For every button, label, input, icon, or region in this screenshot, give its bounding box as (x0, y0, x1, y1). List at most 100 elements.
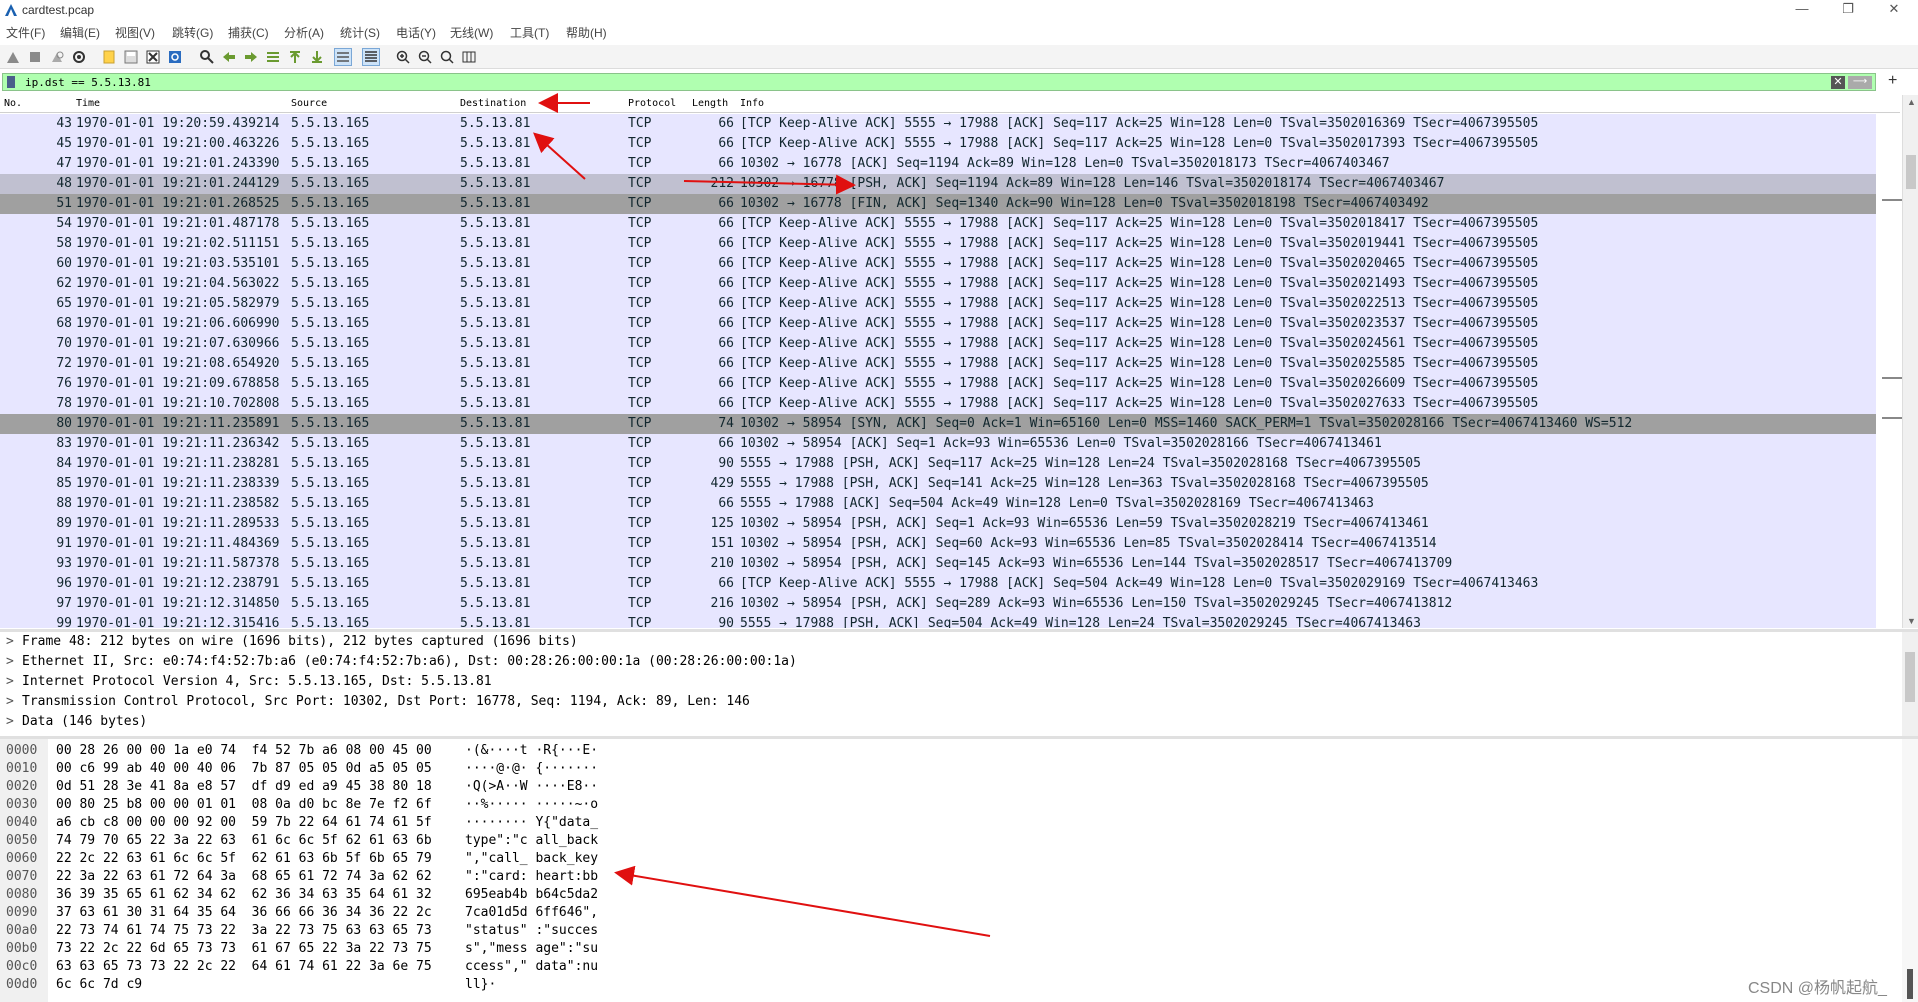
clear-filter-icon[interactable]: ✕ (1831, 76, 1845, 89)
close-button[interactable]: ✕ (1874, 0, 1914, 20)
packet-row[interactable]: 43 1970-01-01 19:20:59.439214 5.5.13.165 5.… (0, 114, 1876, 134)
byte-ascii[interactable]: "status" :"succes (465, 923, 598, 941)
packet-row[interactable]: 83 1970-01-01 19:21:11.236342 5.5.13.165 5.… (0, 434, 1876, 454)
menu-wireless[interactable]: 无线(W) (450, 24, 493, 41)
find-icon[interactable] (198, 48, 216, 66)
detail-ipv4[interactable]: > Internet Protocol Version 4, Src: 5.5.1… (6, 674, 492, 694)
expand-icon[interactable]: > (6, 714, 22, 729)
zoom-reset-icon[interactable] (438, 48, 456, 66)
packet-row[interactable]: 51 1970-01-01 19:21:01.268525 5.5.13.165 5.… (0, 194, 1876, 214)
save-icon[interactable] (122, 48, 140, 66)
detail-frame[interactable]: > Frame 48: 212 bytes on wire (1696 bits)… (6, 634, 578, 654)
menu-telephony[interactable]: 电话(Y) (396, 24, 436, 41)
column-length[interactable]: Length (692, 98, 728, 109)
byte-hex[interactable]: 36 39 35 65 61 62 34 62 62 36 34 63 35 6… (56, 887, 432, 905)
apply-filter-button[interactable]: ⟶ (1848, 76, 1872, 89)
scroll-thumb[interactable] (1906, 155, 1916, 189)
packet-row[interactable]: 72 1970-01-01 19:21:08.654920 5.5.13.165 5.… (0, 354, 1876, 374)
column-info[interactable]: Info (740, 98, 764, 109)
menu-help[interactable]: 帮助(H) (566, 24, 607, 41)
column-destination[interactable]: Destination (460, 98, 526, 109)
scroll-thumb[interactable] (1907, 969, 1913, 999)
autoscroll-icon[interactable] (334, 48, 352, 66)
display-filter-input[interactable]: ip.dst == 5.5.13.81 ✕ ⟶ (2, 73, 1876, 91)
packet-minimap[interactable] (1882, 114, 1902, 628)
packet-row[interactable]: 48 1970-01-01 19:21:01.244129 5.5.13.165 5.… (0, 174, 1876, 194)
byte-hex[interactable]: 00 c6 99 ab 40 00 40 06 7b 87 05 05 0d a… (56, 761, 432, 779)
packet-row[interactable]: 80 1970-01-01 19:21:11.235891 5.5.13.165 5.… (0, 414, 1876, 434)
packet-row[interactable]: 93 1970-01-01 19:21:11.587378 5.5.13.165 5.… (0, 554, 1876, 574)
byte-ascii[interactable]: 7ca01d5d 6ff646", (465, 905, 598, 923)
last-icon[interactable] (308, 48, 326, 66)
options-icon[interactable] (70, 48, 88, 66)
detail-tcp[interactable]: > Transmission Control Protocol, Src Port… (6, 694, 750, 714)
byte-ascii[interactable]: 695eab4b b64c5da2 (465, 887, 598, 905)
byte-ascii[interactable]: ·(&····t ·R{···E· (465, 743, 598, 761)
byte-hex[interactable]: 00 28 26 00 00 1a e0 74 f4 52 7b a6 08 0… (56, 743, 432, 761)
column-time[interactable]: Time (76, 98, 100, 109)
packet-row[interactable]: 45 1970-01-01 19:21:00.463226 5.5.13.165 5.… (0, 134, 1876, 154)
packet-row[interactable]: 65 1970-01-01 19:21:05.582979 5.5.13.165 5.… (0, 294, 1876, 314)
menu-capture[interactable]: 捕获(C) (228, 24, 269, 41)
packet-row[interactable]: 62 1970-01-01 19:21:04.563022 5.5.13.165 5.… (0, 274, 1876, 294)
stop-icon[interactable] (26, 48, 44, 66)
packet-row[interactable]: 70 1970-01-01 19:21:07.630966 5.5.13.165 5.… (0, 334, 1876, 354)
menu-tools[interactable]: 工具(T) (510, 24, 549, 41)
menu-analyze[interactable]: 分析(A) (284, 24, 324, 41)
packet-row[interactable]: 47 1970-01-01 19:21:01.243390 5.5.13.165 5.… (0, 154, 1876, 174)
byte-hex[interactable]: 74 79 70 65 22 3a 22 63 61 6c 6c 5f 62 6… (56, 833, 432, 851)
packet-row[interactable]: 68 1970-01-01 19:21:06.606990 5.5.13.165 5.… (0, 314, 1876, 334)
bookmark-icon[interactable] (7, 76, 15, 88)
byte-ascii[interactable]: ··%····· ·····~·o (465, 797, 598, 815)
details-scrollbar[interactable] (1902, 632, 1918, 736)
packet-row[interactable]: 88 1970-01-01 19:21:11.238582 5.5.13.165 5.… (0, 494, 1876, 514)
maximize-button[interactable]: ❐ (1828, 0, 1868, 20)
column-protocol[interactable]: Protocol (628, 98, 676, 109)
packet-row[interactable]: 99 1970-01-01 19:21:12.315416 5.5.13.165 5.… (0, 614, 1876, 628)
expand-icon[interactable]: > (6, 654, 22, 669)
menu-view[interactable]: 视图(V) (115, 24, 155, 41)
packet-row[interactable]: 96 1970-01-01 19:21:12.238791 5.5.13.165 5.… (0, 574, 1876, 594)
byte-ascii[interactable]: ccess"," data":nu (465, 959, 598, 977)
zoom-out-icon[interactable] (416, 48, 434, 66)
zoom-in-icon[interactable] (394, 48, 412, 66)
byte-hex[interactable]: 22 3a 22 63 61 72 64 3a 68 65 61 72 74 3… (56, 869, 432, 887)
open-file-icon[interactable] (100, 48, 118, 66)
byte-hex[interactable]: 0d 51 28 3e 41 8a e8 57 df d9 ed a9 45 3… (56, 779, 432, 797)
packet-row[interactable]: 84 1970-01-01 19:21:11.238281 5.5.13.165 5.… (0, 454, 1876, 474)
menu-statistics[interactable]: 统计(S) (340, 24, 380, 41)
byte-ascii[interactable]: ":"card: heart:bb (465, 869, 598, 887)
menu-edit[interactable]: 编辑(E) (60, 24, 100, 41)
byte-ascii[interactable]: ·Q(>A··W ····E8·· (465, 779, 598, 797)
packet-row[interactable]: 85 1970-01-01 19:21:11.238339 5.5.13.165 5.… (0, 474, 1876, 494)
expand-icon[interactable]: > (6, 674, 22, 689)
packet-row[interactable]: 89 1970-01-01 19:21:11.289533 5.5.13.165 5.… (0, 514, 1876, 534)
byte-hex[interactable]: 37 63 61 30 31 64 35 64 36 66 66 36 34 3… (56, 905, 432, 923)
byte-hex[interactable]: 22 73 74 61 74 75 73 22 3a 22 73 75 63 6… (56, 923, 432, 941)
byte-ascii[interactable]: ","call_ back_key (465, 851, 598, 869)
resize-columns-icon[interactable] (460, 48, 478, 66)
byte-hex[interactable]: 63 63 65 73 73 22 2c 22 64 61 74 61 22 3… (56, 959, 432, 977)
detail-data[interactable]: > Data (146 bytes) (6, 714, 147, 734)
byte-ascii[interactable]: ····@·@· {······· (465, 761, 598, 779)
byte-ascii[interactable]: type":"c all_back (465, 833, 598, 851)
menu-go[interactable]: 跳转(G) (172, 24, 213, 41)
packet-row[interactable]: 60 1970-01-01 19:21:03.535101 5.5.13.165 5.… (0, 254, 1876, 274)
menu-file[interactable]: 文件(F) (6, 24, 45, 41)
packet-row[interactable]: 76 1970-01-01 19:21:09.678858 5.5.13.165 5.… (0, 374, 1876, 394)
restart-icon[interactable] (48, 48, 66, 66)
first-icon[interactable] (286, 48, 304, 66)
forward-icon[interactable] (242, 48, 260, 66)
expand-icon[interactable]: > (6, 634, 22, 649)
packet-list-scrollbar[interactable]: ▲ ▼ (1902, 95, 1918, 628)
packet-row[interactable]: 54 1970-01-01 19:21:01.487178 5.5.13.165 5.… (0, 214, 1876, 234)
detail-ethernet[interactable]: > Ethernet II, Src: e0:74:f4:52:7b:a6 (e0… (6, 654, 797, 674)
byte-ascii[interactable]: ll}· (465, 977, 496, 995)
packet-row[interactable]: 58 1970-01-01 19:21:02.511151 5.5.13.165 5.… (0, 234, 1876, 254)
column-source[interactable]: Source (291, 98, 327, 109)
byte-hex[interactable]: 73 22 2c 22 6d 65 73 73 61 67 65 22 3a 2… (56, 941, 432, 959)
back-icon[interactable] (220, 48, 238, 66)
byte-hex[interactable]: 22 2c 22 63 61 6c 6c 5f 62 61 63 6b 5f 6… (56, 851, 432, 869)
add-filter-button[interactable]: + (1888, 72, 1897, 90)
byte-ascii[interactable]: ········ Y{"data_ (465, 815, 598, 833)
